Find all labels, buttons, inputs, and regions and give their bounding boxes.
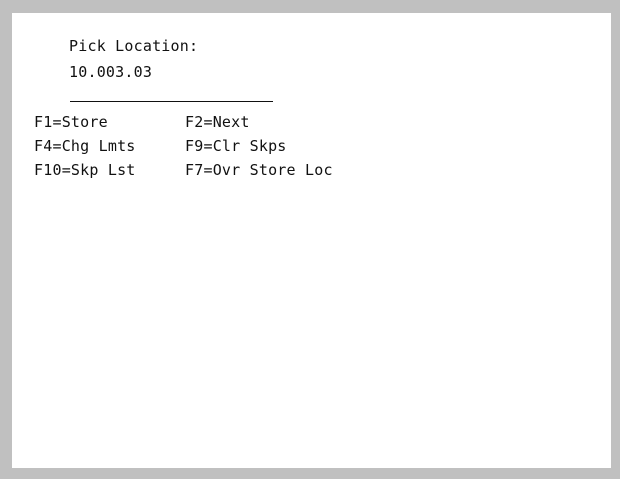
f9-clear-skips-key[interactable]: F9=Clr Skps	[185, 137, 287, 155]
terminal-screen: Pick Location: 10.003.03 F1=Store F2=Nex…	[12, 13, 611, 468]
f1-store-key[interactable]: F1=Store	[34, 113, 108, 131]
terminal-frame: Pick Location: 10.003.03 F1=Store F2=Nex…	[0, 0, 620, 479]
f4-change-limits-key[interactable]: F4=Chg Lmts	[34, 137, 136, 155]
f10-skip-list-key[interactable]: F10=Skp Lst	[34, 161, 136, 179]
pick-location-value: 10.003.03	[69, 63, 153, 81]
pick-location-label: Pick Location:	[69, 37, 199, 55]
location-input-field[interactable]	[70, 101, 273, 102]
f7-override-store-location-key[interactable]: F7=Ovr Store Loc	[185, 161, 333, 179]
f2-next-key[interactable]: F2=Next	[185, 113, 250, 131]
